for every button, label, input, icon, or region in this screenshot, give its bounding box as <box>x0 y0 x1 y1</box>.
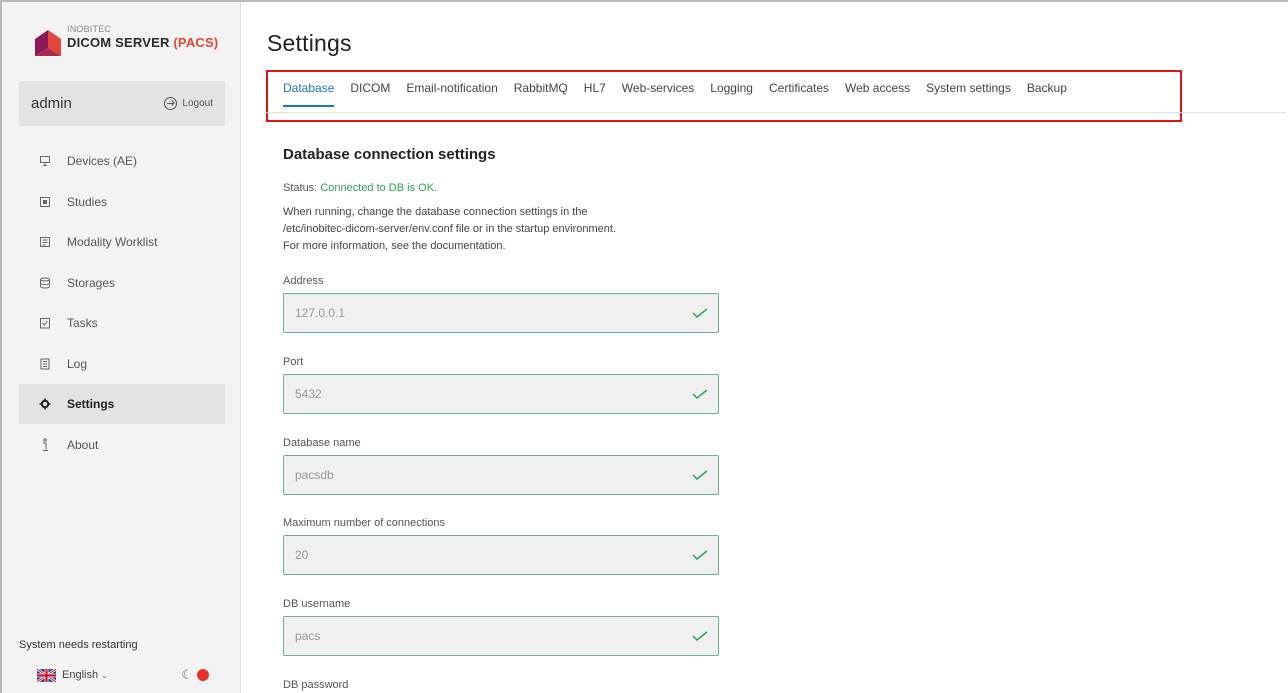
notification-dot <box>197 669 209 681</box>
sidebar-nav: Devices (AE) Studies Modality Worklist S… <box>19 141 225 465</box>
sidebar-item-storages[interactable]: Storages <box>19 263 225 303</box>
check-icon <box>692 308 708 318</box>
sidebar-item-tasks[interactable]: Tasks <box>19 303 225 343</box>
log-icon <box>39 358 51 370</box>
logo-product-accent: (PACS) <box>173 35 219 50</box>
address-field[interactable]: 127.0.0.1 <box>283 293 719 333</box>
logo-product: DICOM SERVER (PACS) <box>67 35 218 51</box>
db-password-label: DB password <box>283 679 349 691</box>
tab-web-services[interactable]: Web-services <box>622 81 694 107</box>
sidebar-item-label: Studies <box>67 194 108 209</box>
tasks-icon <box>39 317 51 329</box>
tab-system-settings[interactable]: System settings <box>926 81 1011 107</box>
storage-icon <box>39 277 51 289</box>
check-icon <box>692 389 708 399</box>
sidebar-item-log[interactable]: Log <box>19 344 225 384</box>
language-label: English <box>62 669 99 681</box>
settings-tabs: Database DICOM Email-notification Rabbit… <box>283 81 1083 107</box>
tab-database[interactable]: Database <box>283 81 335 107</box>
address-value: 127.0.0.1 <box>295 306 346 320</box>
database-name-label: Database name <box>283 437 361 449</box>
logout-icon <box>164 97 178 110</box>
tab-rabbitmq[interactable]: RabbitMQ <box>514 81 568 107</box>
info-text: When running, change the database connec… <box>283 204 753 255</box>
check-icon <box>692 631 708 641</box>
tab-logging[interactable]: Logging <box>710 81 753 107</box>
studies-icon <box>39 196 51 208</box>
moon-icon: ☾ <box>181 667 193 682</box>
sidebar-item-label: Modality Worklist <box>67 235 158 249</box>
logo-product-main: DICOM SERVER <box>67 35 170 50</box>
max-connections-label: Maximum number of connections <box>283 517 446 529</box>
devices-icon <box>39 155 51 167</box>
check-icon <box>692 470 708 480</box>
info-line: When running, change the database connec… <box>283 206 588 218</box>
sidebar-item-studies[interactable]: Studies <box>19 182 225 222</box>
logout-label: Logout <box>182 98 213 109</box>
check-icon <box>692 550 708 560</box>
info-line: For more information, see the documentat… <box>283 240 506 252</box>
sidebar-item-label: Storages <box>67 275 116 290</box>
tab-hl7[interactable]: HL7 <box>584 81 606 107</box>
restart-note: System needs restarting <box>19 639 138 651</box>
chevron-down-icon: ⌄ <box>101 670 108 680</box>
address-label: Address <box>283 275 324 287</box>
max-connections-value: 20 <box>295 548 309 562</box>
sidebar-item-about[interactable]: About <box>19 425 225 465</box>
sidebar-item-devices[interactable]: Devices (AE) <box>19 141 225 181</box>
max-connections-field[interactable]: 20 <box>283 535 719 575</box>
gear-icon <box>39 398 51 410</box>
port-value: 5432 <box>295 387 322 401</box>
theme-toggle[interactable]: ☾ <box>181 667 209 683</box>
port-field[interactable]: 5432 <box>283 374 719 414</box>
sidebar-item-settings[interactable]: Settings <box>19 384 225 424</box>
sidebar-item-label: Devices (AE) <box>67 154 138 168</box>
logo-company: INOBITEC <box>67 24 112 34</box>
db-status: Status: Connected to DB is OK. <box>283 182 437 194</box>
logout-button[interactable]: Logout <box>164 97 213 110</box>
info-line: /etc/inobitec-dicom-server/env.conf file… <box>283 223 617 235</box>
status-label: Status: <box>283 182 318 194</box>
sidebar-item-label: Tasks <box>67 316 98 330</box>
sidebar-item-label: Log <box>67 356 88 371</box>
page-title: Settings <box>267 30 352 56</box>
status-value: Connected to DB is OK. <box>320 182 438 194</box>
tab-web-access[interactable]: Web access <box>845 81 910 107</box>
info-icon <box>39 437 51 451</box>
language-select[interactable]: English ⌄ <box>62 669 108 681</box>
sidebar-item-worklist[interactable]: Modality Worklist <box>19 222 225 262</box>
sidebar-item-label: Settings <box>67 397 115 411</box>
footer-controls: English ⌄ ☾ <box>37 667 209 683</box>
app-logo[interactable]: INOBITEC DICOM SERVER (PACS) <box>35 24 218 64</box>
tab-certificates[interactable]: Certificates <box>769 81 829 107</box>
database-name-field[interactable]: pacsdb <box>283 455 719 495</box>
sidebar-item-label: About <box>67 437 99 452</box>
logo-mark-icon <box>35 30 61 56</box>
section-title: Database connection settings <box>283 146 496 163</box>
sidebar: INOBITEC DICOM SERVER (PACS) admin Logou… <box>2 2 241 693</box>
username: admin <box>31 95 72 112</box>
db-username-label: DB username <box>283 598 351 610</box>
port-label: Port <box>283 356 304 368</box>
database-name-value: pacsdb <box>295 468 334 482</box>
uk-flag-icon <box>37 668 56 682</box>
tab-email-notification[interactable]: Email-notification <box>406 81 497 107</box>
tab-backup[interactable]: Backup <box>1027 81 1067 107</box>
tabs-divider <box>266 112 1286 113</box>
db-username-field[interactable]: pacs <box>283 616 719 656</box>
worklist-icon <box>39 236 51 248</box>
db-username-value: pacs <box>295 629 321 643</box>
user-box: admin Logout <box>19 81 225 126</box>
tab-dicom[interactable]: DICOM <box>350 81 390 107</box>
